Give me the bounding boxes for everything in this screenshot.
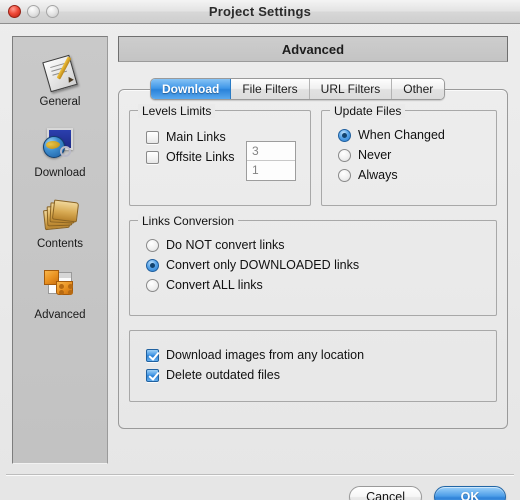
checkbox-box[interactable] bbox=[146, 130, 159, 144]
checkbox-box[interactable] bbox=[146, 348, 159, 362]
pane-title: Advanced bbox=[118, 36, 508, 62]
top-groups-row: Levels Limits Main Links Offsite Links 3… bbox=[129, 104, 497, 206]
window-content: General Download Contents Advanced Advan… bbox=[0, 24, 520, 500]
group-update-files: Update Files When Changed Never Always bbox=[321, 104, 497, 206]
globe-image-icon bbox=[38, 124, 82, 164]
offsite-links-input[interactable]: 1 bbox=[247, 161, 295, 180]
radio-button[interactable] bbox=[146, 278, 159, 292]
project-settings-window: Project Settings General Download Conten… bbox=[0, 0, 520, 500]
radio-label: Do NOT convert links bbox=[166, 238, 285, 252]
radio-convert-all[interactable]: Convert ALL links bbox=[146, 275, 496, 295]
sidebar-item-general[interactable]: General bbox=[13, 53, 107, 108]
tab-other[interactable]: Other bbox=[392, 79, 445, 99]
group-legend: Levels Limits bbox=[138, 104, 216, 118]
window-titlebar: Project Settings bbox=[0, 0, 520, 24]
tab-bar: Download File Filters URL Filters Other bbox=[118, 78, 508, 100]
checkbox-label: Delete outdated files bbox=[166, 368, 280, 382]
sidebar-item-label: General bbox=[39, 96, 81, 108]
group-legend: Update Files bbox=[330, 104, 406, 118]
checkbox-box[interactable] bbox=[146, 368, 159, 382]
radio-label: When Changed bbox=[358, 128, 445, 142]
sidebar-item-label: Advanced bbox=[34, 309, 86, 321]
group-links-conversion: Links Conversion Do NOT convert links Co… bbox=[129, 214, 497, 316]
checkbox-label: Offsite Links bbox=[166, 150, 235, 164]
sidebar-item-advanced[interactable]: Advanced bbox=[13, 266, 107, 321]
radio-label: Always bbox=[358, 168, 398, 182]
puzzle-window-icon bbox=[38, 266, 82, 306]
checkbox-label: Main Links bbox=[166, 130, 226, 144]
radio-button[interactable] bbox=[146, 258, 159, 272]
radio-never[interactable]: Never bbox=[338, 145, 496, 165]
dialog-buttons: Cancel OK bbox=[349, 486, 506, 500]
settings-sidebar: General Download Contents Advanced bbox=[12, 36, 108, 464]
close-button[interactable] bbox=[8, 5, 21, 18]
group-legend: Links Conversion bbox=[138, 214, 239, 228]
radio-label: Convert ALL links bbox=[166, 278, 263, 292]
sidebar-item-contents[interactable]: Contents bbox=[13, 195, 107, 250]
zoom-button[interactable] bbox=[46, 5, 59, 18]
checkbox-delete-outdated[interactable]: Delete outdated files bbox=[146, 365, 496, 385]
main-links-input[interactable]: 3 bbox=[247, 142, 295, 161]
checkbox-label: Download images from any location bbox=[166, 348, 365, 362]
radio-always[interactable]: Always bbox=[338, 165, 496, 185]
sidebar-item-download[interactable]: Download bbox=[13, 124, 107, 179]
radio-button[interactable] bbox=[338, 128, 351, 142]
radio-do-not-convert[interactable]: Do NOT convert links bbox=[146, 235, 496, 255]
radio-button[interactable] bbox=[338, 148, 351, 162]
folders-icon bbox=[38, 195, 82, 235]
levels-limits-fields: 3 1 bbox=[246, 141, 296, 181]
checkbox-box[interactable] bbox=[146, 150, 159, 164]
window-controls bbox=[8, 5, 59, 18]
tab-download[interactable]: Download bbox=[151, 79, 232, 99]
footer-divider bbox=[6, 474, 514, 476]
checkbox-download-images[interactable]: Download images from any location bbox=[146, 345, 496, 365]
minimize-button[interactable] bbox=[27, 5, 40, 18]
radio-button[interactable] bbox=[146, 238, 159, 252]
clipboard-pencil-icon bbox=[38, 53, 82, 93]
tab-file-filters[interactable]: File Filters bbox=[231, 79, 310, 99]
links-conversion-body: Do NOT convert links Convert only DOWNLO… bbox=[130, 221, 496, 295]
radio-label: Convert only DOWNLOADED links bbox=[166, 258, 360, 272]
sidebar-item-label: Download bbox=[34, 167, 86, 179]
radio-button[interactable] bbox=[338, 168, 351, 182]
download-flags-body: Download images from any location Delete… bbox=[130, 331, 496, 385]
radio-when-changed[interactable]: When Changed bbox=[338, 125, 496, 145]
tab-url-filters[interactable]: URL Filters bbox=[309, 79, 393, 99]
group-download-flags: Download images from any location Delete… bbox=[129, 330, 497, 402]
tab-panel-download: Levels Limits Main Links Offsite Links 3… bbox=[118, 89, 508, 429]
radio-convert-downloaded[interactable]: Convert only DOWNLOADED links bbox=[146, 255, 496, 275]
update-files-body: When Changed Never Always bbox=[322, 111, 496, 185]
cancel-button[interactable]: Cancel bbox=[349, 486, 422, 500]
group-levels-limits: Levels Limits Main Links Offsite Links 3… bbox=[129, 104, 311, 206]
radio-label: Never bbox=[358, 148, 392, 162]
window-title: Project Settings bbox=[208, 4, 312, 19]
settings-pane: Advanced Download File Filters URL Filte… bbox=[118, 36, 508, 429]
ok-button[interactable]: OK bbox=[434, 486, 506, 500]
sidebar-item-label: Contents bbox=[36, 238, 84, 250]
